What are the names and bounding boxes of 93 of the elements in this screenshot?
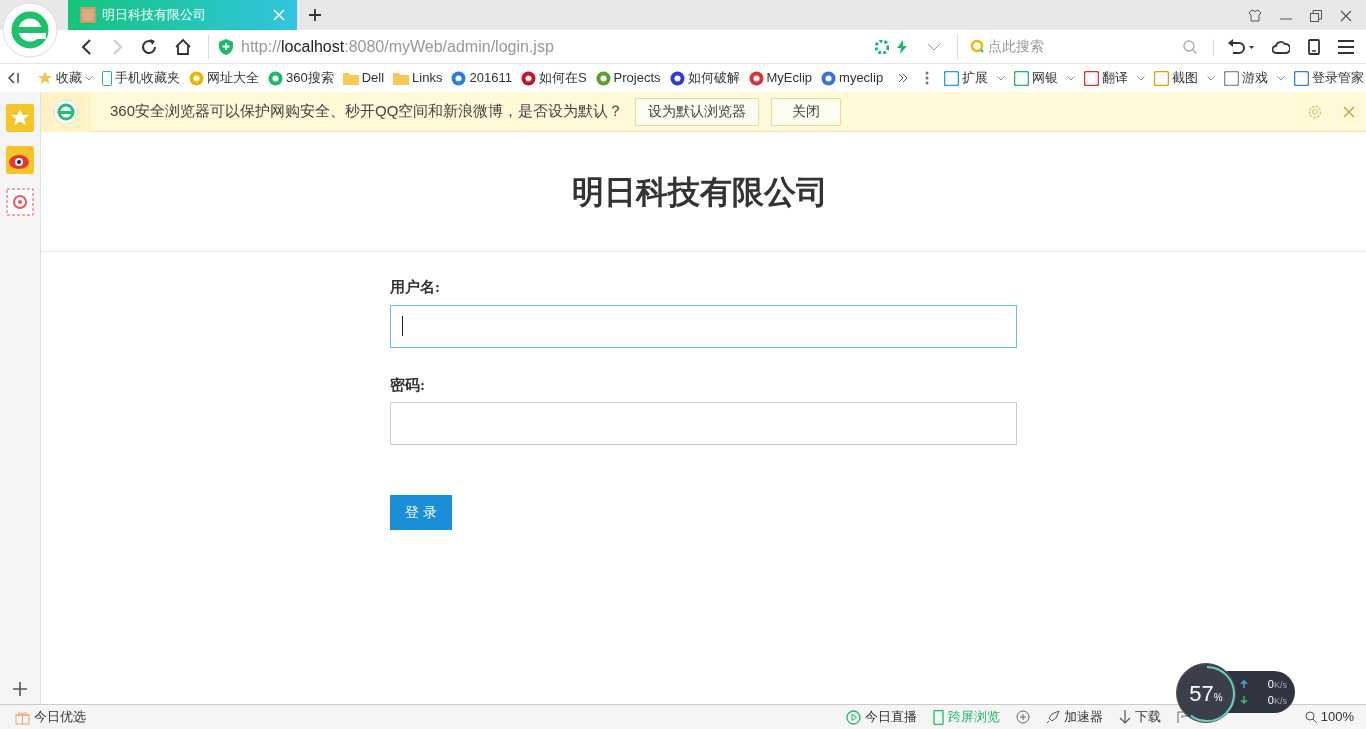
speed-reading: 0K/s bbox=[1267, 693, 1287, 708]
extension-button[interactable]: 扩展 bbox=[944, 68, 1006, 88]
gauge-reading: 57% bbox=[1189, 679, 1223, 708]
status-link[interactable]: 加速器 bbox=[1045, 707, 1103, 727]
close-icon[interactable] bbox=[1340, 9, 1352, 22]
speed-reading: 0K/s bbox=[1267, 676, 1287, 692]
add-icon[interactable] bbox=[13, 682, 27, 696]
bookmark-link[interactable]: myeclip bbox=[821, 68, 884, 88]
bookmark-link[interactable]: 手机收藏夹 bbox=[102, 68, 180, 88]
bookmark-link[interactable]: Links bbox=[393, 68, 443, 88]
status-link[interactable]: 下载 bbox=[1118, 707, 1161, 727]
site-favicon-icon bbox=[520, 70, 536, 86]
extension-icon bbox=[1224, 70, 1240, 86]
site-favicon-icon bbox=[595, 70, 611, 86]
page-favicon-icon bbox=[80, 7, 96, 23]
sidebar-toggle-icon[interactable] bbox=[8, 72, 20, 84]
back-icon[interactable] bbox=[80, 38, 94, 55]
arrow-up-icon bbox=[1240, 679, 1248, 688]
bookmark-link[interactable]: Projects bbox=[595, 68, 661, 88]
bookmark-link[interactable]: 201611 bbox=[451, 68, 512, 88]
chevron-down-icon bbox=[1207, 75, 1216, 81]
input-field[interactable] bbox=[390, 304, 1017, 348]
arrow-down-icon bbox=[1240, 696, 1248, 705]
bookmark-link[interactable]: 360搜索 bbox=[268, 68, 334, 88]
bookmark-link[interactable]: 网址大全 bbox=[189, 68, 259, 88]
restore-icon[interactable] bbox=[1310, 9, 1322, 22]
extension-button[interactable]: 登录管家 bbox=[1294, 68, 1365, 88]
extension-button[interactable]: 截图 bbox=[1154, 68, 1216, 88]
notification-button[interactable]: 设为默认浏览器 bbox=[635, 97, 760, 126]
search-engine-logo-icon bbox=[970, 38, 986, 55]
star-icon bbox=[37, 70, 53, 86]
folder-icon bbox=[342, 71, 359, 85]
field-label: 用户名: bbox=[390, 278, 441, 297]
extension-button[interactable]: 游戏 bbox=[1224, 68, 1286, 88]
chevron-down-icon bbox=[1277, 75, 1286, 81]
menu-icon[interactable] bbox=[1338, 39, 1354, 54]
extension-icon bbox=[1294, 70, 1310, 86]
login-button[interactable]: 登 录 bbox=[390, 495, 452, 530]
status-link[interactable]: 今日优选 bbox=[15, 707, 86, 727]
chevron-down-icon[interactable] bbox=[927, 42, 941, 51]
notification-button[interactable]: 关闭 bbox=[771, 97, 842, 126]
gift-icon bbox=[15, 709, 30, 725]
reload-icon[interactable] bbox=[140, 37, 158, 56]
extension-button[interactable]: 网银 bbox=[1014, 68, 1076, 88]
site-favicon-icon bbox=[669, 70, 685, 86]
bookmark-link[interactable]: Dell bbox=[342, 68, 385, 88]
chevron-down-icon bbox=[1137, 75, 1146, 81]
extension-icon bbox=[1014, 70, 1030, 86]
shield-icon bbox=[219, 38, 233, 55]
bookmark-link[interactable]: 如何在S bbox=[520, 68, 587, 88]
bookmark-link[interactable]: MyEclip bbox=[748, 68, 813, 88]
status-link[interactable]: 今日直播 bbox=[845, 707, 917, 727]
bookmark-link[interactable]: 收藏 bbox=[37, 68, 93, 88]
bookmark-link[interactable]: 如何破解 bbox=[669, 68, 740, 88]
site-favicon-icon bbox=[189, 70, 204, 86]
zoom-level[interactable]: 100% bbox=[1304, 707, 1354, 727]
folder-icon bbox=[393, 71, 410, 85]
chevron-down-icon bbox=[997, 75, 1006, 81]
chevron-down-icon bbox=[1067, 75, 1076, 81]
text-cursor bbox=[402, 316, 403, 336]
phone-icon bbox=[932, 709, 944, 725]
address-field[interactable]: http://localhost:8080/myWeb/admin/login.jsp bbox=[241, 34, 554, 59]
site-favicon-icon bbox=[451, 70, 467, 86]
site-favicon-icon bbox=[821, 70, 837, 86]
search-icon[interactable] bbox=[1183, 39, 1197, 54]
new-tab-icon[interactable] bbox=[309, 9, 321, 21]
shirt-icon[interactable] bbox=[1248, 9, 1262, 22]
play-circle-icon bbox=[845, 709, 861, 725]
search-field[interactable]: 点此搜索 bbox=[988, 36, 1181, 57]
extension-icon bbox=[944, 70, 960, 86]
kebab-icon[interactable] bbox=[925, 71, 930, 85]
cloud-icon[interactable] bbox=[1272, 39, 1290, 54]
field-label: 密码: bbox=[390, 375, 426, 395]
browser-logo-icon bbox=[53, 98, 79, 125]
home-icon[interactable] bbox=[174, 37, 192, 56]
flag-icon[interactable] bbox=[1176, 711, 1189, 723]
extension-button[interactable]: 翻译 bbox=[1084, 68, 1146, 88]
phone-icon[interactable] bbox=[1308, 38, 1320, 55]
site-favicon-icon bbox=[268, 70, 283, 86]
chevron-down-icon bbox=[85, 75, 93, 81]
input-field[interactable] bbox=[390, 402, 1017, 445]
extension-icon bbox=[1084, 70, 1100, 86]
notification-message: 360安全浏览器可以保护网购安全、秒开QQ空间和新浪微博，是否设为默认？ bbox=[110, 101, 624, 122]
weibo-eye-icon[interactable] bbox=[6, 146, 34, 174]
site-favicon-icon bbox=[748, 70, 764, 86]
extension-icon bbox=[1154, 70, 1170, 86]
search-icon bbox=[1304, 711, 1317, 723]
more-icon[interactable] bbox=[898, 73, 909, 83]
lightning-icon[interactable] bbox=[897, 39, 907, 54]
undo-icon[interactable] bbox=[1228, 38, 1254, 55]
download-arrow-icon bbox=[1118, 710, 1131, 724]
phone-icon bbox=[102, 70, 112, 86]
page-heading: 明日科技有限公司 bbox=[572, 172, 828, 212]
